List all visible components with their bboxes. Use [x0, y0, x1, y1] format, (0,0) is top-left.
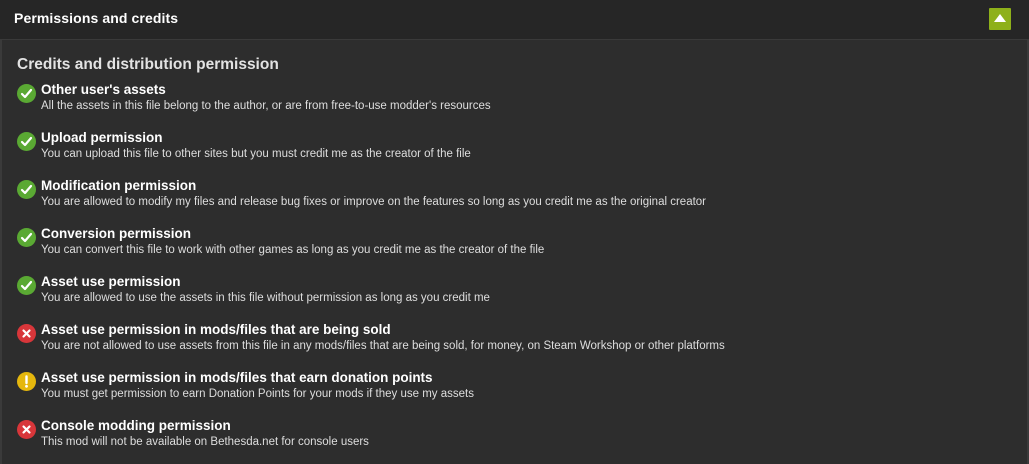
permissions-panel: Permissions and credits Credits and dist… — [0, 0, 1029, 464]
permission-description: You must get permission to earn Donation… — [41, 388, 474, 400]
permission-item-donation-points: Asset use permission in mods/files that … — [17, 370, 1007, 404]
permission-title: Asset use permission in mods/files that … — [41, 322, 391, 337]
permission-title: Other user's assets — [41, 82, 166, 97]
check-icon — [17, 228, 36, 247]
check-icon — [17, 276, 36, 295]
permission-item-upload: Upload permission You can upload this fi… — [17, 130, 1007, 164]
permission-item-asset-use: Asset use permission You are allowed to … — [17, 274, 1007, 308]
permission-description: You are allowed to use the assets in thi… — [41, 292, 490, 304]
permission-item-console-modding: Console modding permission This mod will… — [17, 418, 1007, 452]
permission-description: You are allowed to modify my files and r… — [41, 196, 707, 208]
permission-title: Upload permission — [41, 130, 163, 145]
permission-title: Modification permission — [41, 178, 197, 193]
panel-header[interactable]: Permissions and credits — [0, 0, 1029, 40]
permission-item-asset-use-sold: Asset use permission in mods/files that … — [17, 322, 1007, 356]
check-icon — [17, 180, 36, 199]
cross-icon — [17, 324, 36, 343]
permission-description: You are not allowed to use assets from t… — [41, 340, 725, 352]
section-title: Credits and distribution permission — [17, 56, 279, 73]
check-icon — [17, 132, 36, 151]
chevron-up-icon — [994, 14, 1006, 22]
panel-title: Permissions and credits — [14, 10, 179, 26]
collapse-button[interactable] — [989, 8, 1011, 30]
permission-description: You can convert this file to work with o… — [41, 244, 545, 256]
cross-icon — [17, 420, 36, 439]
permission-description: This mod will not be available on Bethes… — [41, 436, 369, 448]
check-icon — [17, 84, 36, 103]
permission-description: You can upload this file to other sites … — [41, 148, 471, 160]
panel-border-left — [0, 40, 2, 464]
permission-item-conversion: Conversion permission You can convert th… — [17, 226, 1007, 260]
exclamation-icon — [17, 372, 36, 391]
permission-item-other-users-assets: Other user's assets All the assets in th… — [17, 82, 1007, 116]
permission-item-modification: Modification permission You are allowed … — [17, 178, 1007, 212]
permission-title: Console modding permission — [41, 418, 231, 433]
permission-title: Asset use permission — [41, 274, 181, 289]
permission-title: Asset use permission in mods/files that … — [41, 370, 433, 385]
permission-description: All the assets in this file belong to th… — [41, 100, 491, 112]
permission-title: Conversion permission — [41, 226, 192, 241]
